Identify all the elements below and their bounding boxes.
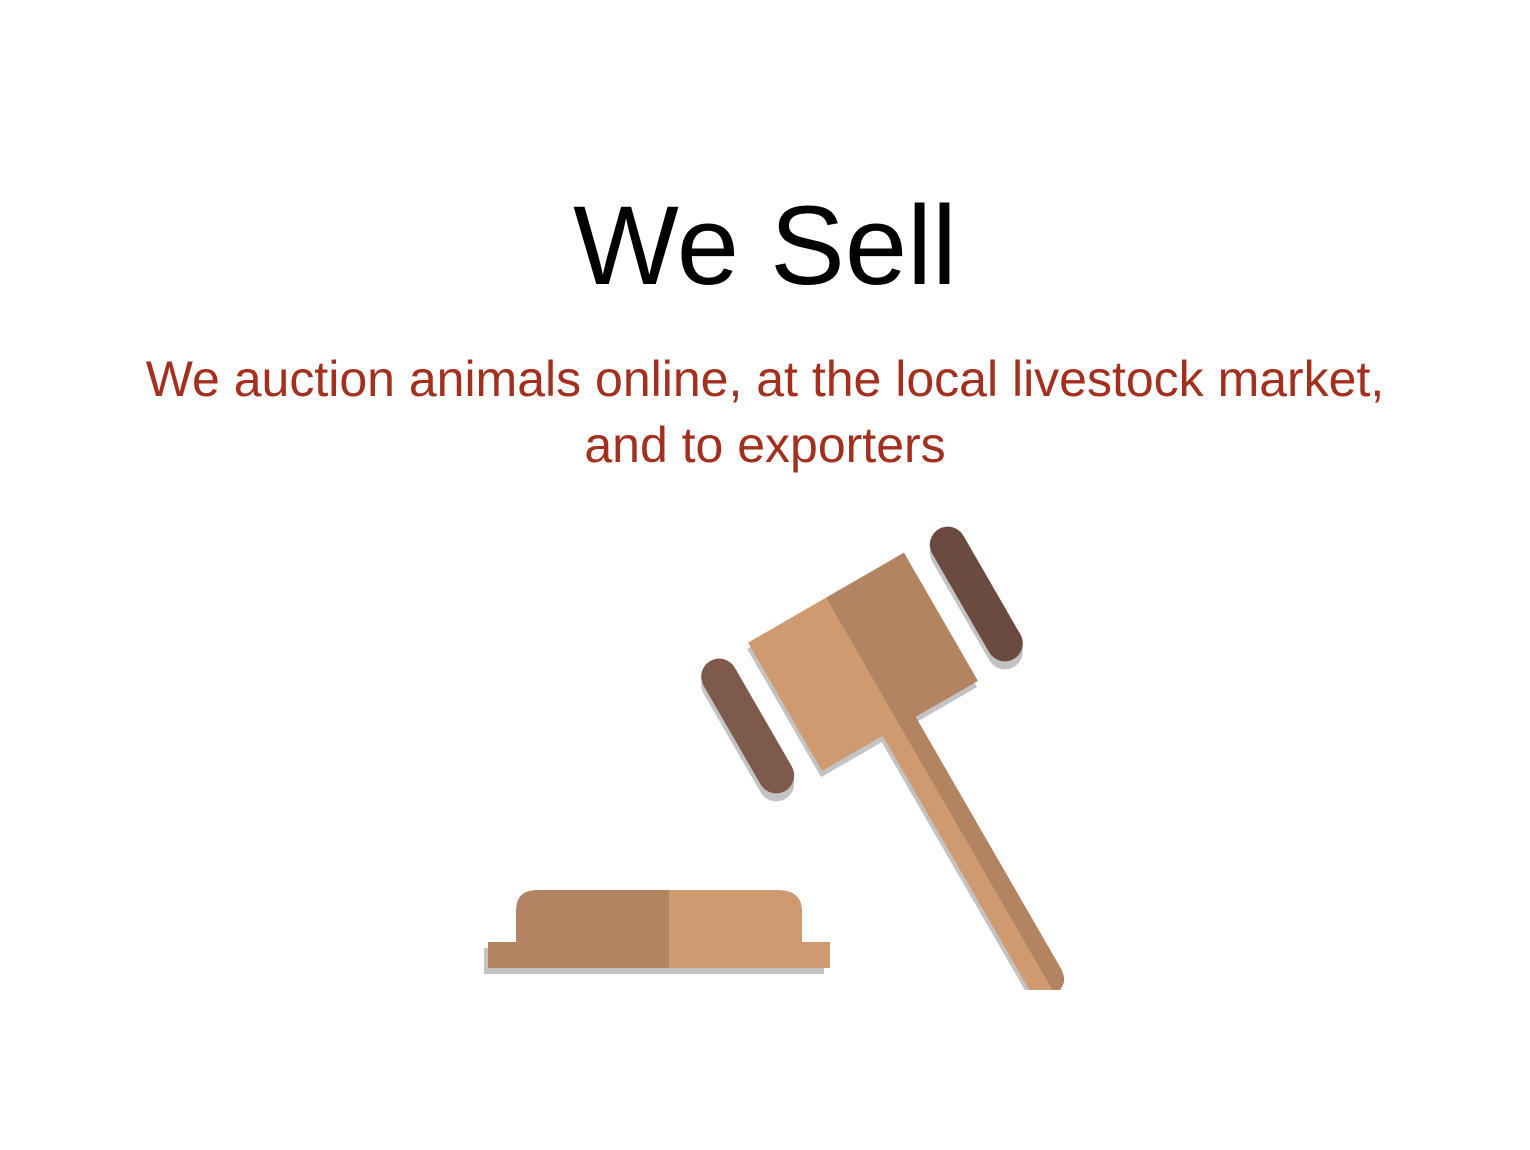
slide-subtitle: We auction animals online, at the local … xyxy=(145,351,1385,473)
gavel-handle xyxy=(871,685,1065,990)
sound-block xyxy=(488,890,830,968)
slide: We Sell We auction animals online, at th… xyxy=(0,0,1530,1150)
slide-title: We Sell xyxy=(573,183,957,308)
gavel-icon xyxy=(484,526,1065,990)
gavel-head xyxy=(748,552,978,771)
